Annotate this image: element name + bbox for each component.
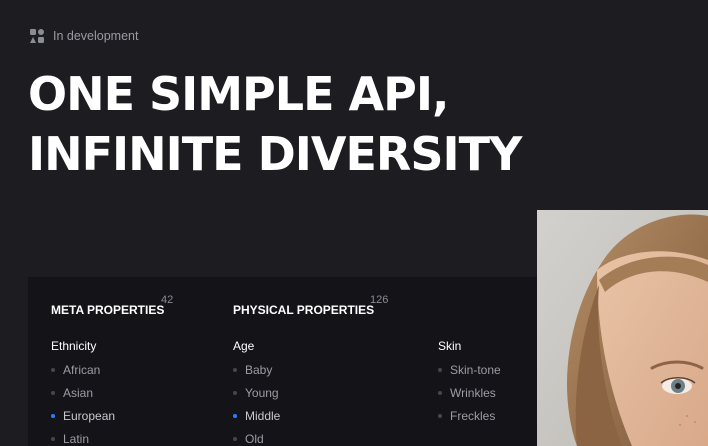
shapes-icon (30, 29, 44, 43)
age-list: Baby Young Middle Old (233, 358, 280, 446)
skin-option-skin-tone[interactable]: Skin-tone (438, 358, 501, 381)
properties-panel: META PROPERTIES 42 PHYSICAL PROPERTIES 1… (28, 277, 558, 446)
ethnicity-list: African Asian European Latin (51, 358, 115, 446)
skin-option-freckles[interactable]: Freckles (438, 404, 501, 427)
bullet-dot-icon (438, 390, 442, 395)
bullet-dot-icon (233, 367, 237, 372)
age-option-label: Old (245, 431, 264, 446)
age-option-baby[interactable]: Baby (233, 358, 280, 381)
physical-properties-title: PHYSICAL PROPERTIES (233, 303, 375, 317)
ethnicity-group-title: Ethnicity (51, 339, 97, 353)
skin-option-label: Wrinkles (450, 385, 496, 400)
age-option-young[interactable]: Young (233, 381, 280, 404)
status-badge-text: In development (53, 29, 139, 43)
bullet-dot-icon (51, 367, 55, 372)
bullet-dot-icon (233, 413, 237, 418)
bullet-dot-icon (233, 390, 237, 395)
skin-group-title: Skin (438, 339, 462, 353)
bullet-dot-icon (438, 367, 442, 372)
ethnicity-option-label: European (63, 408, 116, 423)
ethnicity-option-european[interactable]: European (51, 404, 115, 427)
ethnicity-option-latin[interactable]: Latin (51, 427, 115, 446)
status-badge: In development (30, 29, 138, 43)
skin-option-label: Skin-tone (450, 362, 501, 377)
ethnicity-option-label: African (63, 362, 101, 377)
hero-title-line-2: INFINITE DIVERSITY (28, 127, 522, 181)
skin-option-wrinkles[interactable]: Wrinkles (438, 381, 501, 404)
skin-option-label: Freckles (450, 408, 496, 423)
page: In development ONE SIMPLE API, INFINITE … (0, 0, 708, 446)
meta-properties-title: META PROPERTIES (51, 303, 165, 317)
ethnicity-option-label: Latin (63, 431, 90, 446)
bullet-dot-icon (51, 413, 55, 418)
age-option-middle[interactable]: Middle (233, 404, 280, 427)
bullet-dot-icon (233, 436, 237, 441)
age-option-label: Baby (245, 362, 273, 377)
hero-title: ONE SIMPLE API, INFINITE DIVERSITY (28, 64, 522, 184)
age-group-title: Age (233, 339, 255, 353)
bullet-dot-icon (438, 413, 442, 418)
age-option-label: Young (245, 385, 279, 400)
ethnicity-option-african[interactable]: African (51, 358, 115, 381)
bullet-dot-icon (51, 390, 55, 395)
ethnicity-option-label: Asian (63, 385, 94, 400)
portrait-illustration (537, 210, 708, 446)
hero-title-line-1: ONE SIMPLE API, (28, 67, 449, 121)
meta-properties-count: 42 (161, 294, 174, 306)
bullet-dot-icon (51, 436, 55, 441)
age-option-label: Middle (245, 408, 281, 423)
ethnicity-option-asian[interactable]: Asian (51, 381, 115, 404)
portrait-photo (537, 210, 708, 446)
physical-properties-count: 126 (370, 294, 389, 306)
age-option-old[interactable]: Old (233, 427, 280, 446)
skin-list: Skin-tone Wrinkles Freckles (438, 358, 501, 427)
